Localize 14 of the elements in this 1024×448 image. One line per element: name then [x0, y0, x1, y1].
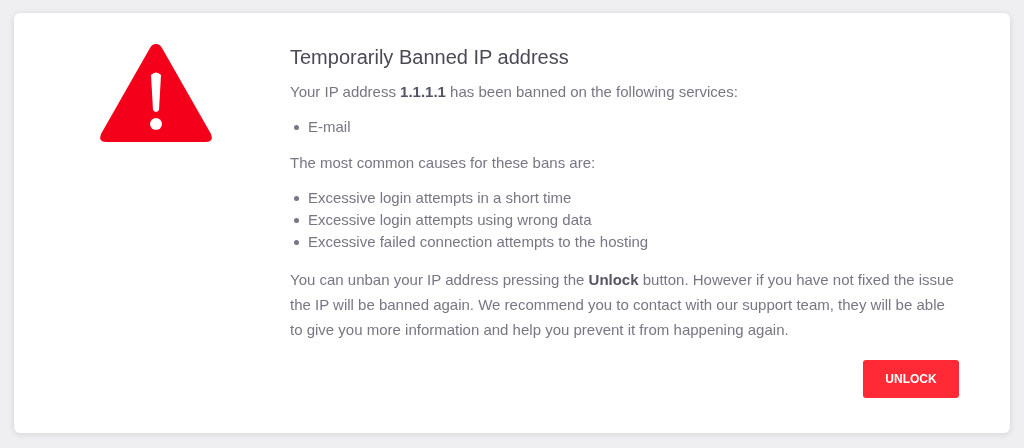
warning-icon — [98, 42, 214, 144]
bullet-icon — [294, 124, 299, 130]
service-item: E-mail — [308, 117, 351, 137]
cause-item: Excessive login attempts using wrong data — [308, 210, 592, 230]
bullet-icon — [294, 195, 299, 201]
explanation-text: You can unban your IP address pressing the Unlock button. However if you have not fixed the issue the IP will be banned again. We recommend you to contact with our support team, they will be able to give you more information and help you prevent it from happening again. — [290, 270, 955, 340]
bullet-icon — [294, 217, 299, 223]
unlock-button[interactable]: UNLOCK — [863, 360, 959, 398]
intro-text: Your IP address 1.1.1.1 has been banned on the following services: — [290, 82, 739, 102]
cause-item: Excessive failed connection attempts to the hosting — [308, 232, 649, 252]
bullet-icon — [294, 239, 299, 245]
cause-item: Excessive login attempts in a short time — [308, 188, 572, 208]
causes-heading: The most common causes for these bans are: — [290, 153, 597, 173]
page-title: Temporarily Banned IP address — [290, 46, 570, 69]
